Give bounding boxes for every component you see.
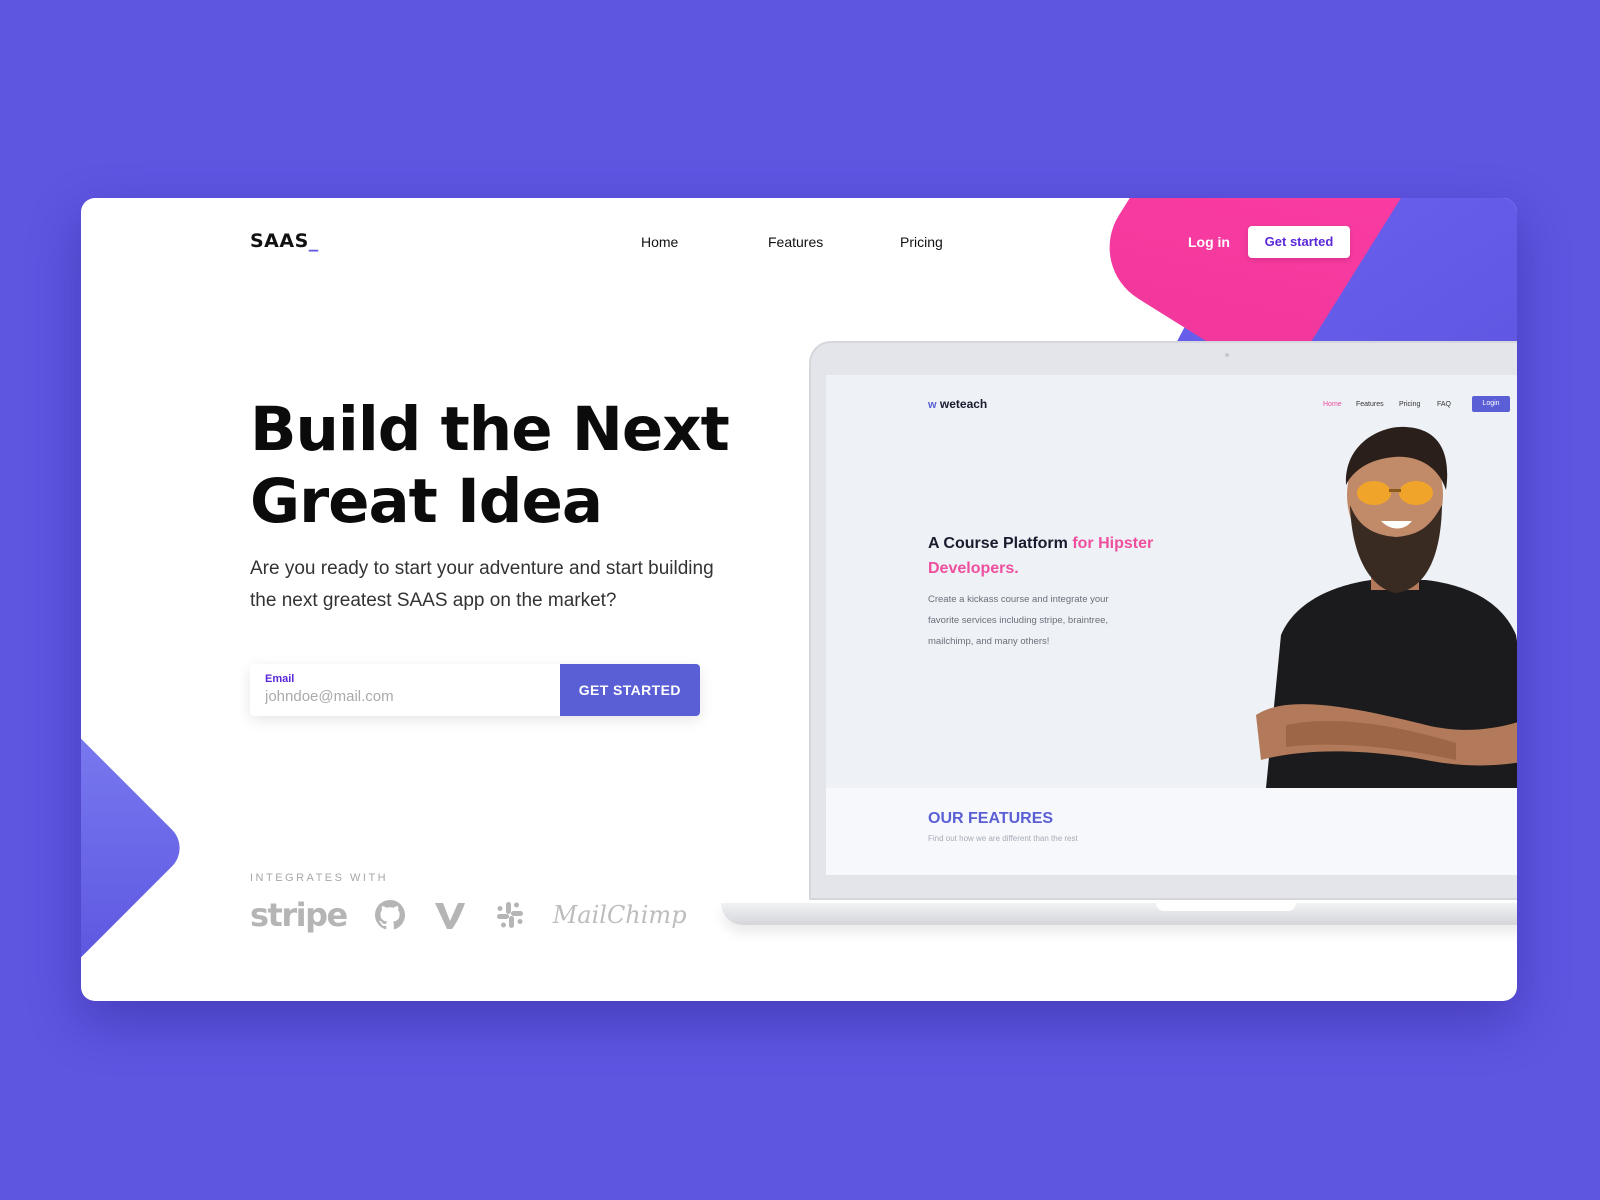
get-started-submit-button[interactable]: GET STARTED [559, 664, 700, 716]
screen-login-button: Login [1472, 396, 1510, 412]
integrations-label: INTEGRATES WITH [250, 872, 389, 884]
screen-features-title: OUR FEATURES [928, 810, 1054, 827]
email-field-wrapper[interactable]: Email [250, 664, 560, 716]
bearded-man-photo [1256, 426, 1517, 788]
hero-title-line-1: Build the Next [250, 394, 730, 465]
screen-nav-features: Features [1356, 401, 1384, 408]
decorative-diamond [81, 713, 191, 983]
weteach-logo-icon: w [928, 399, 937, 411]
slack-icon [496, 902, 523, 928]
get-started-button[interactable]: Get started [1248, 226, 1350, 258]
laptop-notch [1156, 903, 1296, 911]
screen-nav-pricing: Pricing [1399, 401, 1421, 408]
mailchimp-logo: MailChimp [552, 901, 687, 929]
laptop-base [721, 903, 1517, 925]
email-signup-form: Email GET STARTED [250, 664, 700, 716]
screen-features-section: OUR FEATURES Find out how we are differe… [826, 788, 1517, 875]
screen-hero-title-dark: A Course Platform [928, 535, 1068, 552]
brand-logo[interactable]: SAAS_ [250, 230, 319, 252]
screen-nav-faq: FAQ [1437, 401, 1452, 408]
integrations-logos: stripe MailChimp [250, 895, 715, 935]
stripe-logo: stripe [250, 896, 348, 934]
email-label: Email [265, 673, 295, 685]
landing-card: SAAS_ Home Features Pricing Log in Get s… [81, 198, 1517, 1001]
screen-features-subtitle: Find out how we are different than the r… [928, 834, 1078, 843]
email-input[interactable] [265, 688, 545, 705]
login-button[interactable]: Log in [1174, 226, 1244, 258]
laptop-screen: w weteach Home Features Pricing FAQ Logi… [826, 375, 1517, 875]
screen-hero-title: A Course Platform for Hipster Developers… [928, 531, 1198, 581]
screen-hero-text: Create a kickass course and integrate yo… [928, 594, 1109, 647]
brand-logo-cursor: _ [308, 230, 319, 252]
laptop-camera [1225, 353, 1229, 357]
hero-title-line-2: Great Idea [250, 466, 603, 537]
screen-brand-text: weteach [939, 397, 988, 411]
brand-logo-text: SAAS [250, 230, 309, 252]
hero-subtitle: Are you ready to start your adventure an… [250, 558, 714, 611]
nav-home[interactable]: Home [641, 234, 678, 250]
github-icon [374, 900, 405, 930]
screen-nav-home: Home [1323, 401, 1342, 408]
hero-title: Build the Next Great Idea [250, 394, 750, 538]
vimeo-icon [434, 903, 465, 929]
nav-pricing[interactable]: Pricing [900, 234, 943, 250]
nav-features[interactable]: Features [768, 234, 823, 250]
screen-brand-logo: w weteach [928, 397, 987, 411]
